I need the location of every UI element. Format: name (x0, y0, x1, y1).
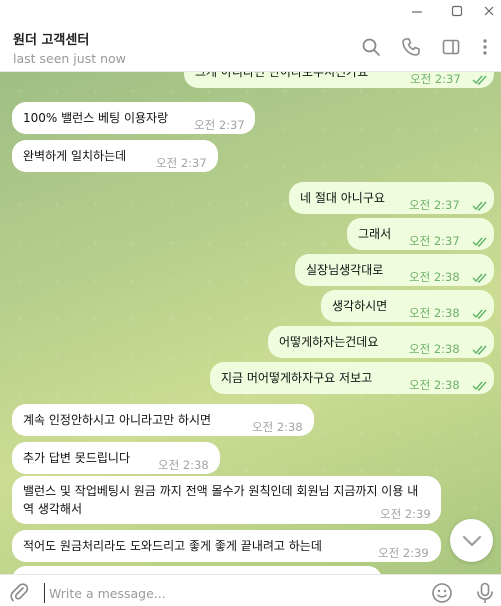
voice-message-button[interactable] (474, 581, 496, 605)
message-list[interactable]: 그게 아니라면 반이타보우시신가요 오전 2:37 100% 밸런스 베팅 이용… (0, 72, 501, 574)
minimize-icon (412, 10, 422, 13)
sidebar-icon (442, 39, 460, 55)
message-incoming[interactable]: 적어도 원금처리라도 도와드리고 좋게 좋게 끝내려고 하는데 오전 2:39 (12, 530, 441, 562)
message-text: 그게 아니라면 반이타보우시신가요 (195, 72, 369, 79)
microphone-icon (477, 582, 493, 603)
message-incoming[interactable]: 100% 밸런스 베팅 이용자랑 오전 2:37 (12, 102, 255, 134)
message-incoming[interactable]: 완벽하게 일치하는데 오전 2:37 (12, 140, 218, 172)
search-icon (362, 38, 380, 56)
message-time: 오전 2:38 (158, 458, 209, 472)
close-window-button[interactable] (472, 0, 501, 21)
message-time: 오전 2:38 (409, 378, 460, 392)
maximize-button[interactable] (440, 0, 474, 21)
attach-button[interactable] (8, 581, 30, 603)
last-seen-status: last seen just now (13, 51, 126, 66)
more-button[interactable] (474, 36, 496, 58)
message-text: 추가 답변 못드립니다 (23, 451, 130, 465)
scroll-to-bottom-button[interactable] (450, 519, 493, 562)
message-outgoing[interactable]: 그래서 오전 2:37 (347, 218, 494, 250)
message-text: 생각하시면 (332, 299, 388, 313)
message-outgoing[interactable]: 그게 아니라면 반이타보우시신가요 오전 2:37 (184, 72, 494, 88)
chat-title[interactable]: 원더 고객센터 (13, 29, 89, 48)
read-check-icon (472, 237, 487, 248)
message-outgoing[interactable]: 지금 머어떻게하자구요 저보고 오전 2:38 (210, 362, 494, 394)
message-incoming[interactable]: 계속 인정안하시고 아니라고만 하시면 오전 2:38 (12, 404, 314, 436)
message-time: 오전 2:37 (410, 72, 461, 86)
message-input[interactable] (44, 583, 414, 603)
message-text: 밸런스 및 작업베팅시 원금 까지 전액 몰수가 원칙인데 회원님 지금까지 이… (23, 484, 419, 516)
message-time: 오전 2:37 (409, 234, 460, 248)
message-text: 완벽하게 일치하는데 (23, 149, 127, 163)
read-check-icon (472, 309, 487, 320)
chevron-down-icon (462, 535, 481, 546)
message-composer (0, 574, 501, 606)
message-outgoing[interactable]: 어떻게하자는건데요 오전 2:38 (268, 326, 494, 358)
message-text: 어떻게하자는건데요 (279, 335, 379, 349)
close-icon (484, 6, 494, 15)
message-incoming[interactable]: 밸런스 및 작업베팅시 원금 까지 전액 몰수가 원칙인데 회원님 지금까지 이… (12, 476, 441, 524)
message-text: 적어도 원금처리라도 도와드리고 좋게 좋게 끝내려고 하는데 (23, 539, 322, 553)
call-button[interactable] (400, 36, 422, 58)
message-text: 실장님생각대로 (306, 263, 384, 277)
read-check-icon (472, 345, 487, 356)
message-outgoing[interactable]: 네 절대 아니구요 오전 2:37 (289, 182, 494, 214)
message-incoming-partial (12, 566, 382, 574)
toggle-sidebar-button[interactable] (440, 36, 462, 58)
more-icon (483, 39, 487, 55)
message-time: 오전 2:37 (409, 198, 460, 212)
read-check-icon (472, 75, 487, 86)
message-time: 오전 2:38 (409, 342, 460, 356)
message-time: 오전 2:39 (380, 507, 431, 521)
read-check-icon (472, 201, 487, 212)
message-time: 오전 2:38 (252, 420, 303, 434)
message-time: 오전 2:37 (194, 118, 245, 132)
read-check-icon (472, 381, 487, 392)
maximize-icon (451, 5, 463, 16)
message-outgoing[interactable]: 실장님생각대로 오전 2:38 (295, 254, 494, 286)
message-time: 오전 2:38 (409, 270, 460, 284)
message-text: 100% 밸런스 베팅 이용자랑 (23, 111, 169, 125)
read-check-icon (472, 273, 487, 284)
emoji-icon (432, 583, 452, 603)
paperclip-icon (10, 583, 29, 602)
search-button[interactable] (360, 36, 382, 58)
message-text: 그래서 (358, 227, 392, 241)
message-incoming[interactable]: 추가 답변 못드립니다 오전 2:38 (12, 442, 220, 474)
message-text: 지금 머어떻게하자구요 저보고 (221, 371, 373, 385)
message-text: 계속 인정안하시고 아니라고만 하시면 (23, 413, 212, 427)
phone-icon (402, 38, 420, 56)
message-time: 오전 2:37 (156, 156, 207, 170)
message-time: 오전 2:38 (409, 306, 460, 320)
window-titlebar (0, 0, 501, 21)
chat-header: 원더 고객센터 last seen just now (0, 21, 501, 72)
minimize-button[interactable] (400, 0, 434, 21)
emoji-button[interactable] (430, 581, 454, 605)
message-time: 오전 2:39 (378, 546, 429, 560)
message-text: 네 절대 아니구요 (300, 191, 385, 205)
message-outgoing[interactable]: 생각하시면 오전 2:38 (321, 290, 494, 322)
